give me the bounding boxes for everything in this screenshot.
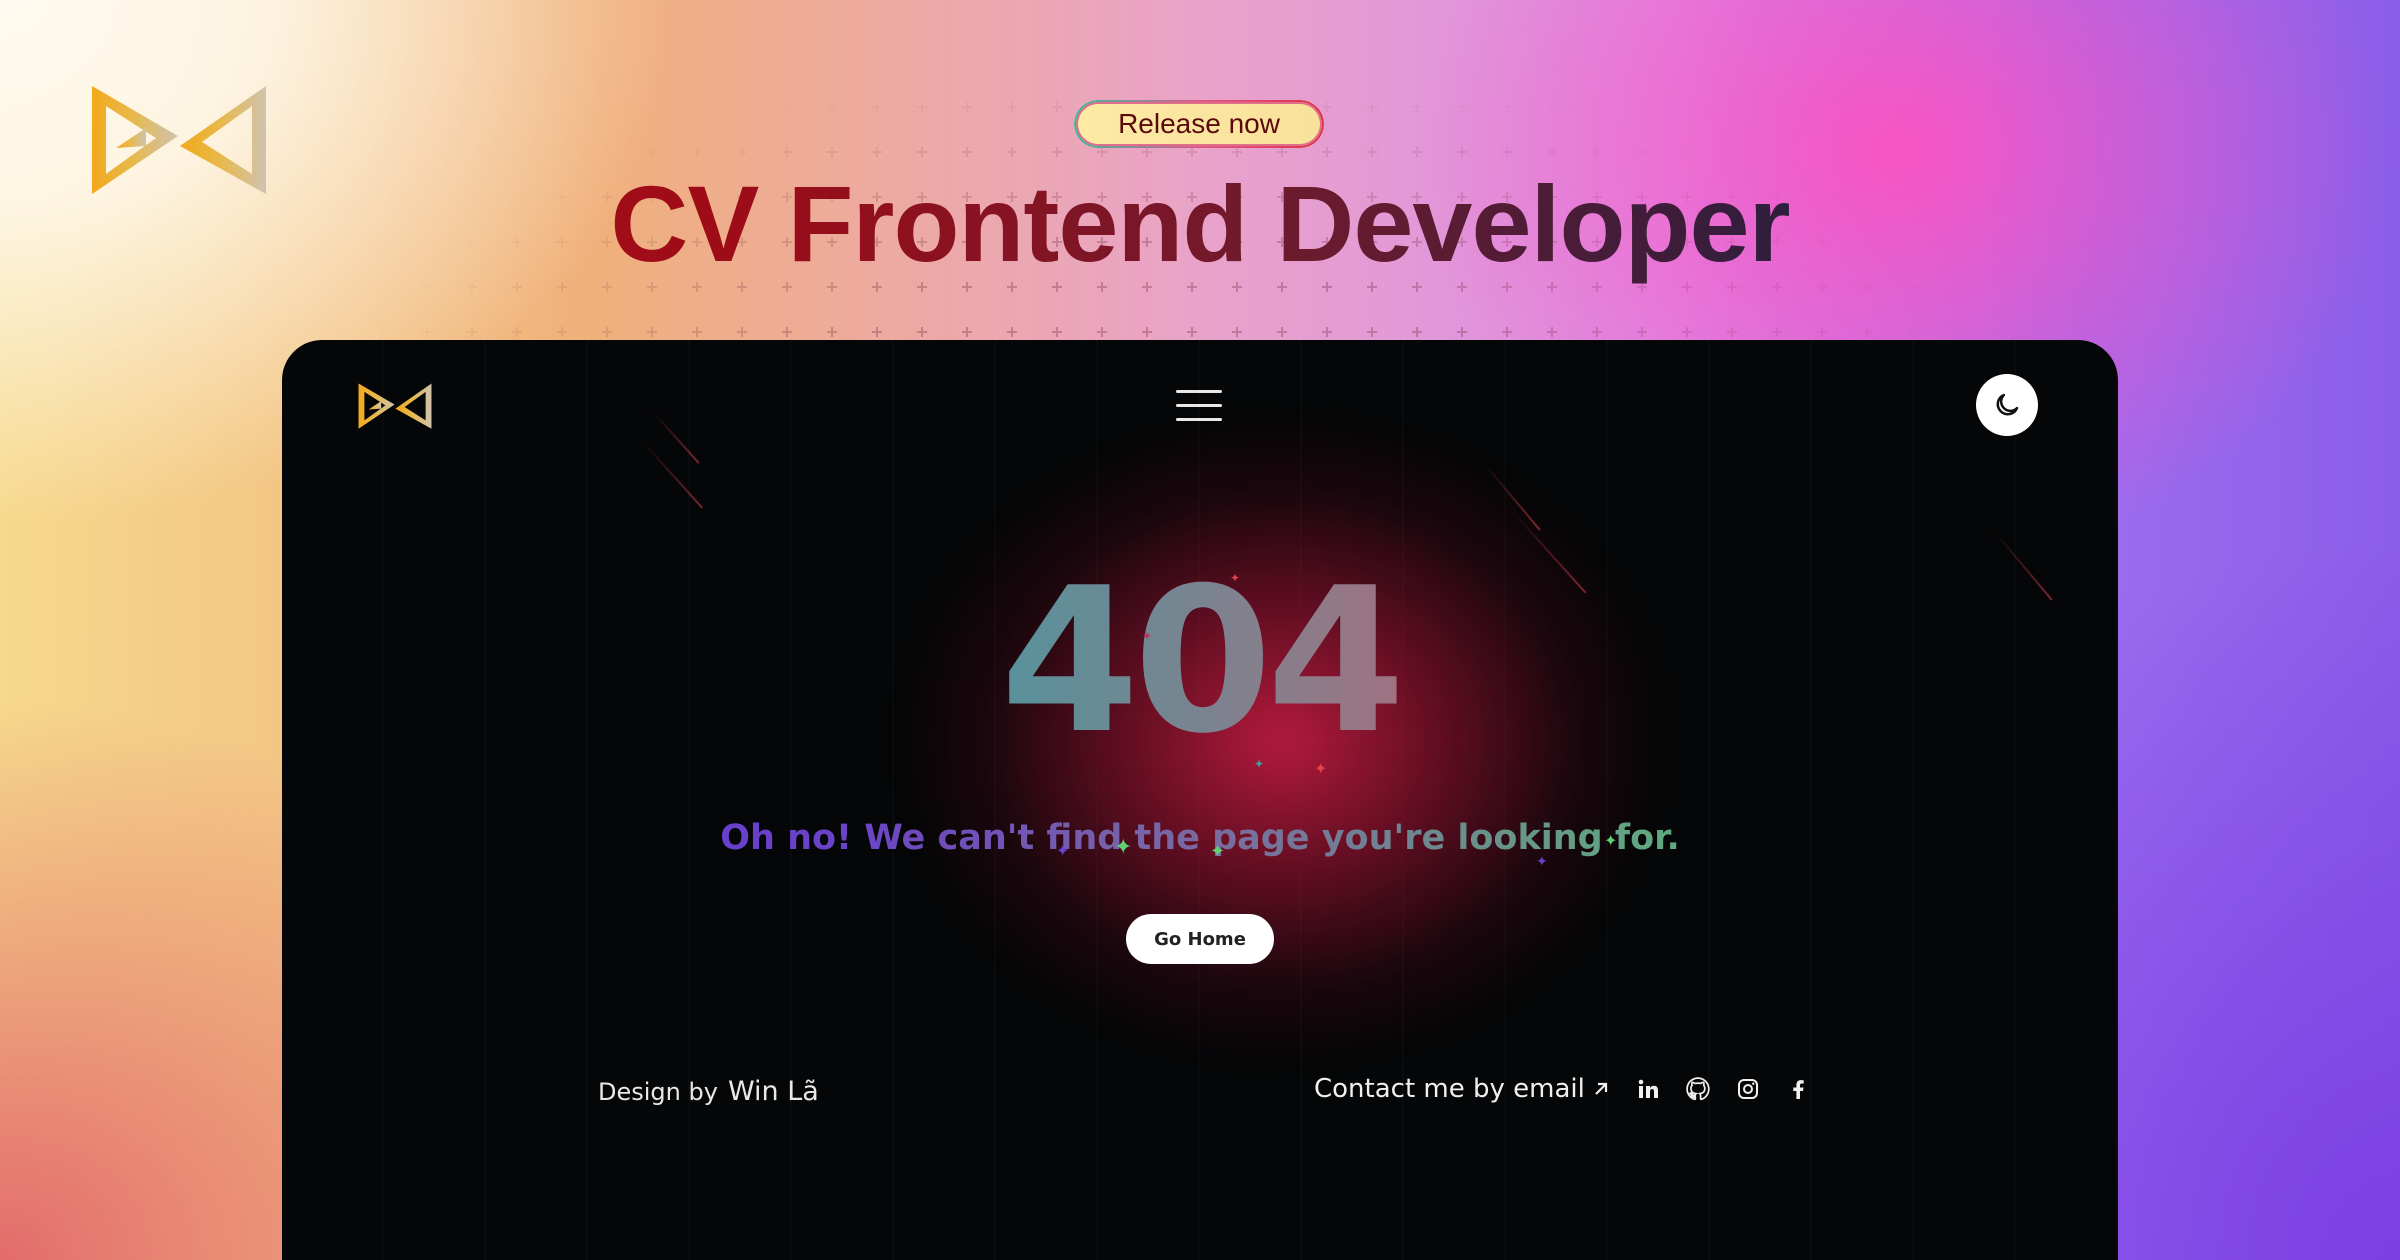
linkedin-icon[interactable]	[1635, 1076, 1661, 1102]
sparkle-icon: ✦	[1604, 833, 1618, 850]
sparkle-icon: ✦	[1314, 761, 1328, 778]
instagram-icon[interactable]	[1735, 1076, 1761, 1102]
sparkle-icon: ✦	[1230, 571, 1241, 585]
go-home-button[interactable]: Go Home	[1126, 914, 1274, 964]
release-badge-label: Release now	[1118, 108, 1280, 139]
theme-toggle-button[interactable]	[1976, 374, 2038, 436]
error-code: 404	[282, 552, 2118, 772]
design-by-label: Design by	[598, 1078, 718, 1106]
app-logo-icon	[358, 383, 432, 429]
hamburger-menu-icon[interactable]	[1176, 386, 1222, 426]
contact-email-label: Contact me by email	[1314, 1074, 1585, 1104]
release-now-badge[interactable]: Release now	[1074, 100, 1324, 148]
sparkle-icon: ✦	[1142, 629, 1153, 643]
contact-links: Contact me by email	[1314, 1074, 1811, 1104]
designer-name[interactable]: Win Lã	[728, 1076, 819, 1107]
error-message: Oh no! We can't find the page you're loo…	[282, 818, 2118, 858]
moon-icon	[1996, 393, 2019, 416]
app-window: 404 ✦ ✦ ✦ ✦ Oh no! We can't find the pag…	[282, 340, 2118, 1260]
design-credit: Design by Win Lã	[598, 1076, 819, 1107]
facebook-icon[interactable]	[1785, 1076, 1811, 1102]
sparkle-icon: ✦	[1536, 853, 1548, 869]
sparkle-icon: ✦	[1056, 843, 1070, 860]
sparkle-icon: ✦	[1254, 757, 1265, 771]
page-headline: CV Frontend Developer	[0, 160, 2400, 288]
sparkle-icon: ✦	[1210, 841, 1226, 861]
contact-email-link[interactable]: Contact me by email	[1314, 1074, 1611, 1104]
sparkle-icon: ✦	[1114, 834, 1133, 859]
arrow-up-right-icon	[1595, 1082, 1607, 1095]
github-icon[interactable]	[1685, 1076, 1711, 1102]
